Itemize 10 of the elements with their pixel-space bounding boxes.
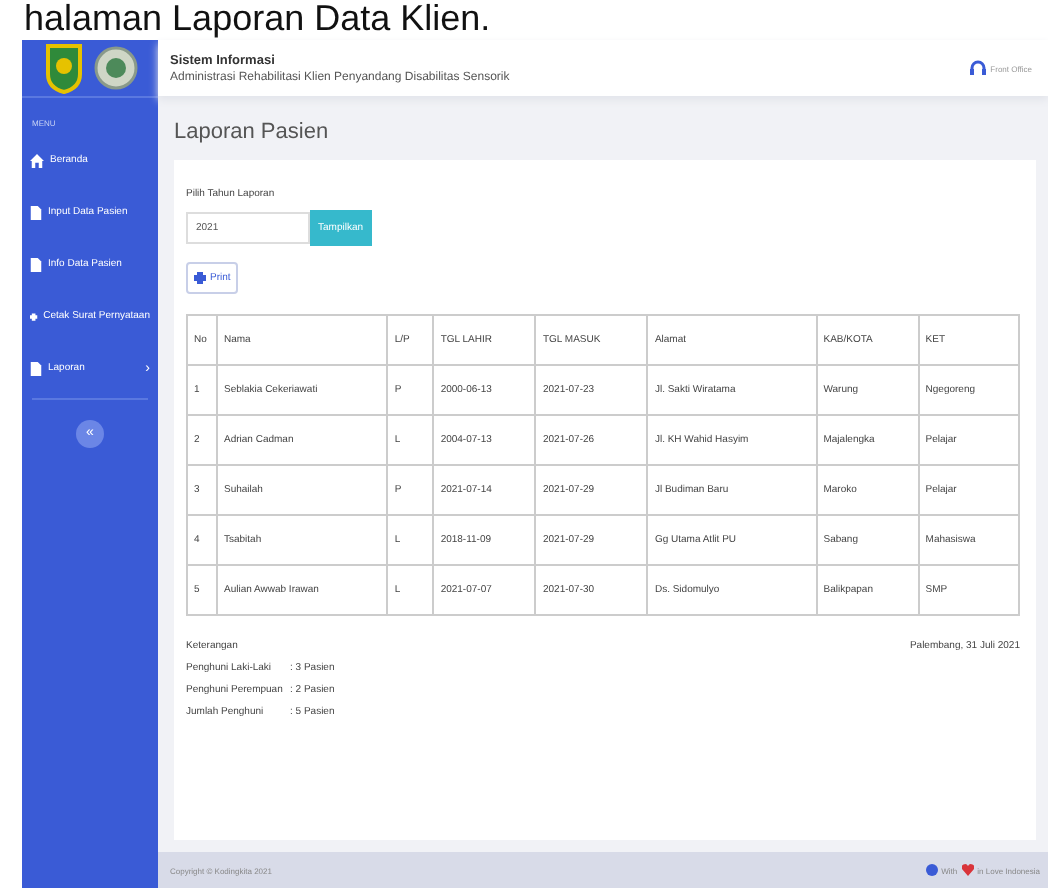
home-icon [30,153,44,167]
headset-icon [970,60,987,76]
document-icon [30,205,42,219]
document-icon [30,361,42,375]
heart-icon [961,864,974,876]
emblem-icon [43,42,83,94]
caption-text: halaman Laporan Data Klien. [22,0,493,40]
page-title: Laporan Pasien [174,118,331,148]
seal-icon [93,46,137,90]
document-icon [30,257,42,271]
